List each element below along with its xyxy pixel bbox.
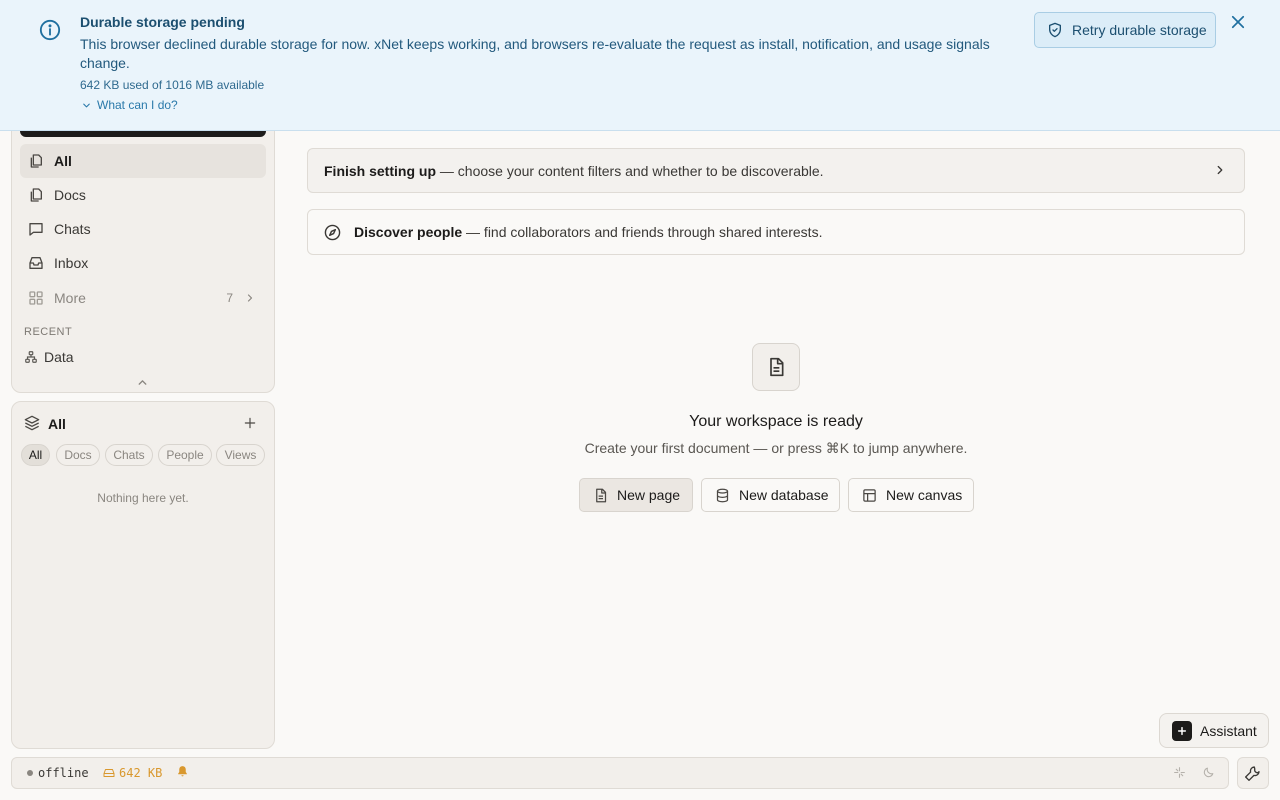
canvas-icon xyxy=(862,488,877,503)
close-icon[interactable] xyxy=(1229,13,1247,31)
pages-icon xyxy=(28,153,44,169)
retry-label: Retry durable storage xyxy=(1072,22,1207,38)
chevron-right-icon xyxy=(1213,163,1227,177)
inbox-icon xyxy=(28,255,44,271)
sidebar-item-inbox[interactable]: Inbox xyxy=(20,246,266,280)
connection-status-dot xyxy=(27,770,33,776)
add-icon[interactable] xyxy=(243,416,257,430)
finish-setup-card[interactable]: Finish setting up — choose your content … xyxy=(307,148,1245,193)
status-bar xyxy=(11,757,1229,789)
assistant-label: Assistant xyxy=(1200,722,1257,739)
drive-icon xyxy=(103,767,115,779)
sidebar-header-bar xyxy=(20,130,266,137)
page-icon xyxy=(593,488,608,503)
empty-state-subtitle: Create your first document — or press ⌘K… xyxy=(584,440,968,456)
shield-check-icon xyxy=(1047,22,1063,38)
data-tree-icon xyxy=(24,350,38,364)
library-empty-message: Nothing here yet. xyxy=(97,491,189,505)
sidebar-item-more[interactable]: More 7 xyxy=(20,281,266,315)
new-database-button[interactable]: New database xyxy=(701,478,840,512)
banner-title: Durable storage pending xyxy=(80,14,245,30)
plus-icon xyxy=(1172,720,1192,741)
discover-people-card[interactable]: Discover people — find collaborators and… xyxy=(307,209,1245,255)
what-can-i-do-label: What can I do? xyxy=(97,98,178,112)
filter-chip-docs[interactable]: Docs xyxy=(56,444,100,466)
connection-status: offline xyxy=(38,766,89,780)
storage-amount: 642 KB xyxy=(119,766,163,780)
setup-card-text: Finish setting up — choose your content … xyxy=(324,162,824,179)
chevron-down-icon xyxy=(81,100,92,111)
new-canvas-label: New canvas xyxy=(886,487,963,503)
sidebar-item-label: Chats xyxy=(54,221,91,237)
sparkle-icon[interactable] xyxy=(1173,766,1186,779)
recent-item-data[interactable]: Data xyxy=(24,349,74,365)
storage-banner: Durable storage pending This browser dec… xyxy=(0,0,1280,131)
new-page-label: New page xyxy=(617,487,681,503)
chevron-right-icon xyxy=(244,292,256,304)
sidebar-item-label: Inbox xyxy=(54,255,89,271)
storage-usage: 642 KB used of 1016 MB available xyxy=(80,78,265,92)
empty-state-title: Your workspace is ready xyxy=(689,413,863,430)
storage-status[interactable]: 642 KB xyxy=(103,766,162,780)
sidebar-item-chats[interactable]: Chats xyxy=(20,212,266,246)
filter-chip-all[interactable]: All xyxy=(21,444,50,466)
database-icon xyxy=(715,488,730,503)
sidebar-item-label: All xyxy=(54,153,72,169)
docs-icon xyxy=(28,187,44,203)
sidebar-item-docs[interactable]: Docs xyxy=(20,178,266,212)
more-count-badge: 7 xyxy=(226,291,233,305)
sidebar-item-label: Docs xyxy=(54,187,86,203)
library-title: All xyxy=(48,416,66,432)
compass-icon xyxy=(324,224,341,241)
grid-icon xyxy=(28,290,44,306)
banner-message: This browser declined durable storage fo… xyxy=(80,36,990,71)
wrench-icon xyxy=(1245,765,1261,781)
recent-section-label: RECENT xyxy=(24,326,73,338)
discover-card-text: Discover people — find collaborators and… xyxy=(354,224,823,240)
what-can-i-do-toggle[interactable]: What can I do? xyxy=(81,98,178,112)
filter-chip-chats[interactable]: Chats xyxy=(105,444,153,466)
layers-icon xyxy=(24,415,40,431)
info-icon xyxy=(39,19,61,41)
chevron-up-icon[interactable] xyxy=(136,376,149,389)
sidebar-item-all[interactable]: All xyxy=(20,144,266,178)
sidebar-item-label: More xyxy=(54,290,86,306)
recent-item-label: Data xyxy=(44,349,74,365)
new-page-button[interactable]: New page xyxy=(579,478,693,512)
assistant-button[interactable]: Assistant xyxy=(1159,713,1269,748)
retry-durable-storage-button[interactable]: Retry durable storage xyxy=(1034,12,1216,48)
moon-icon[interactable] xyxy=(1202,766,1215,779)
new-canvas-button[interactable]: New canvas xyxy=(848,478,974,512)
document-icon xyxy=(752,343,800,391)
filter-chip-people[interactable]: People xyxy=(158,444,212,466)
new-database-label: New database xyxy=(739,487,829,503)
tools-button[interactable] xyxy=(1237,757,1269,789)
bell-icon[interactable] xyxy=(176,765,189,778)
filter-chip-views[interactable]: Views xyxy=(216,444,265,466)
chat-icon xyxy=(28,221,44,237)
